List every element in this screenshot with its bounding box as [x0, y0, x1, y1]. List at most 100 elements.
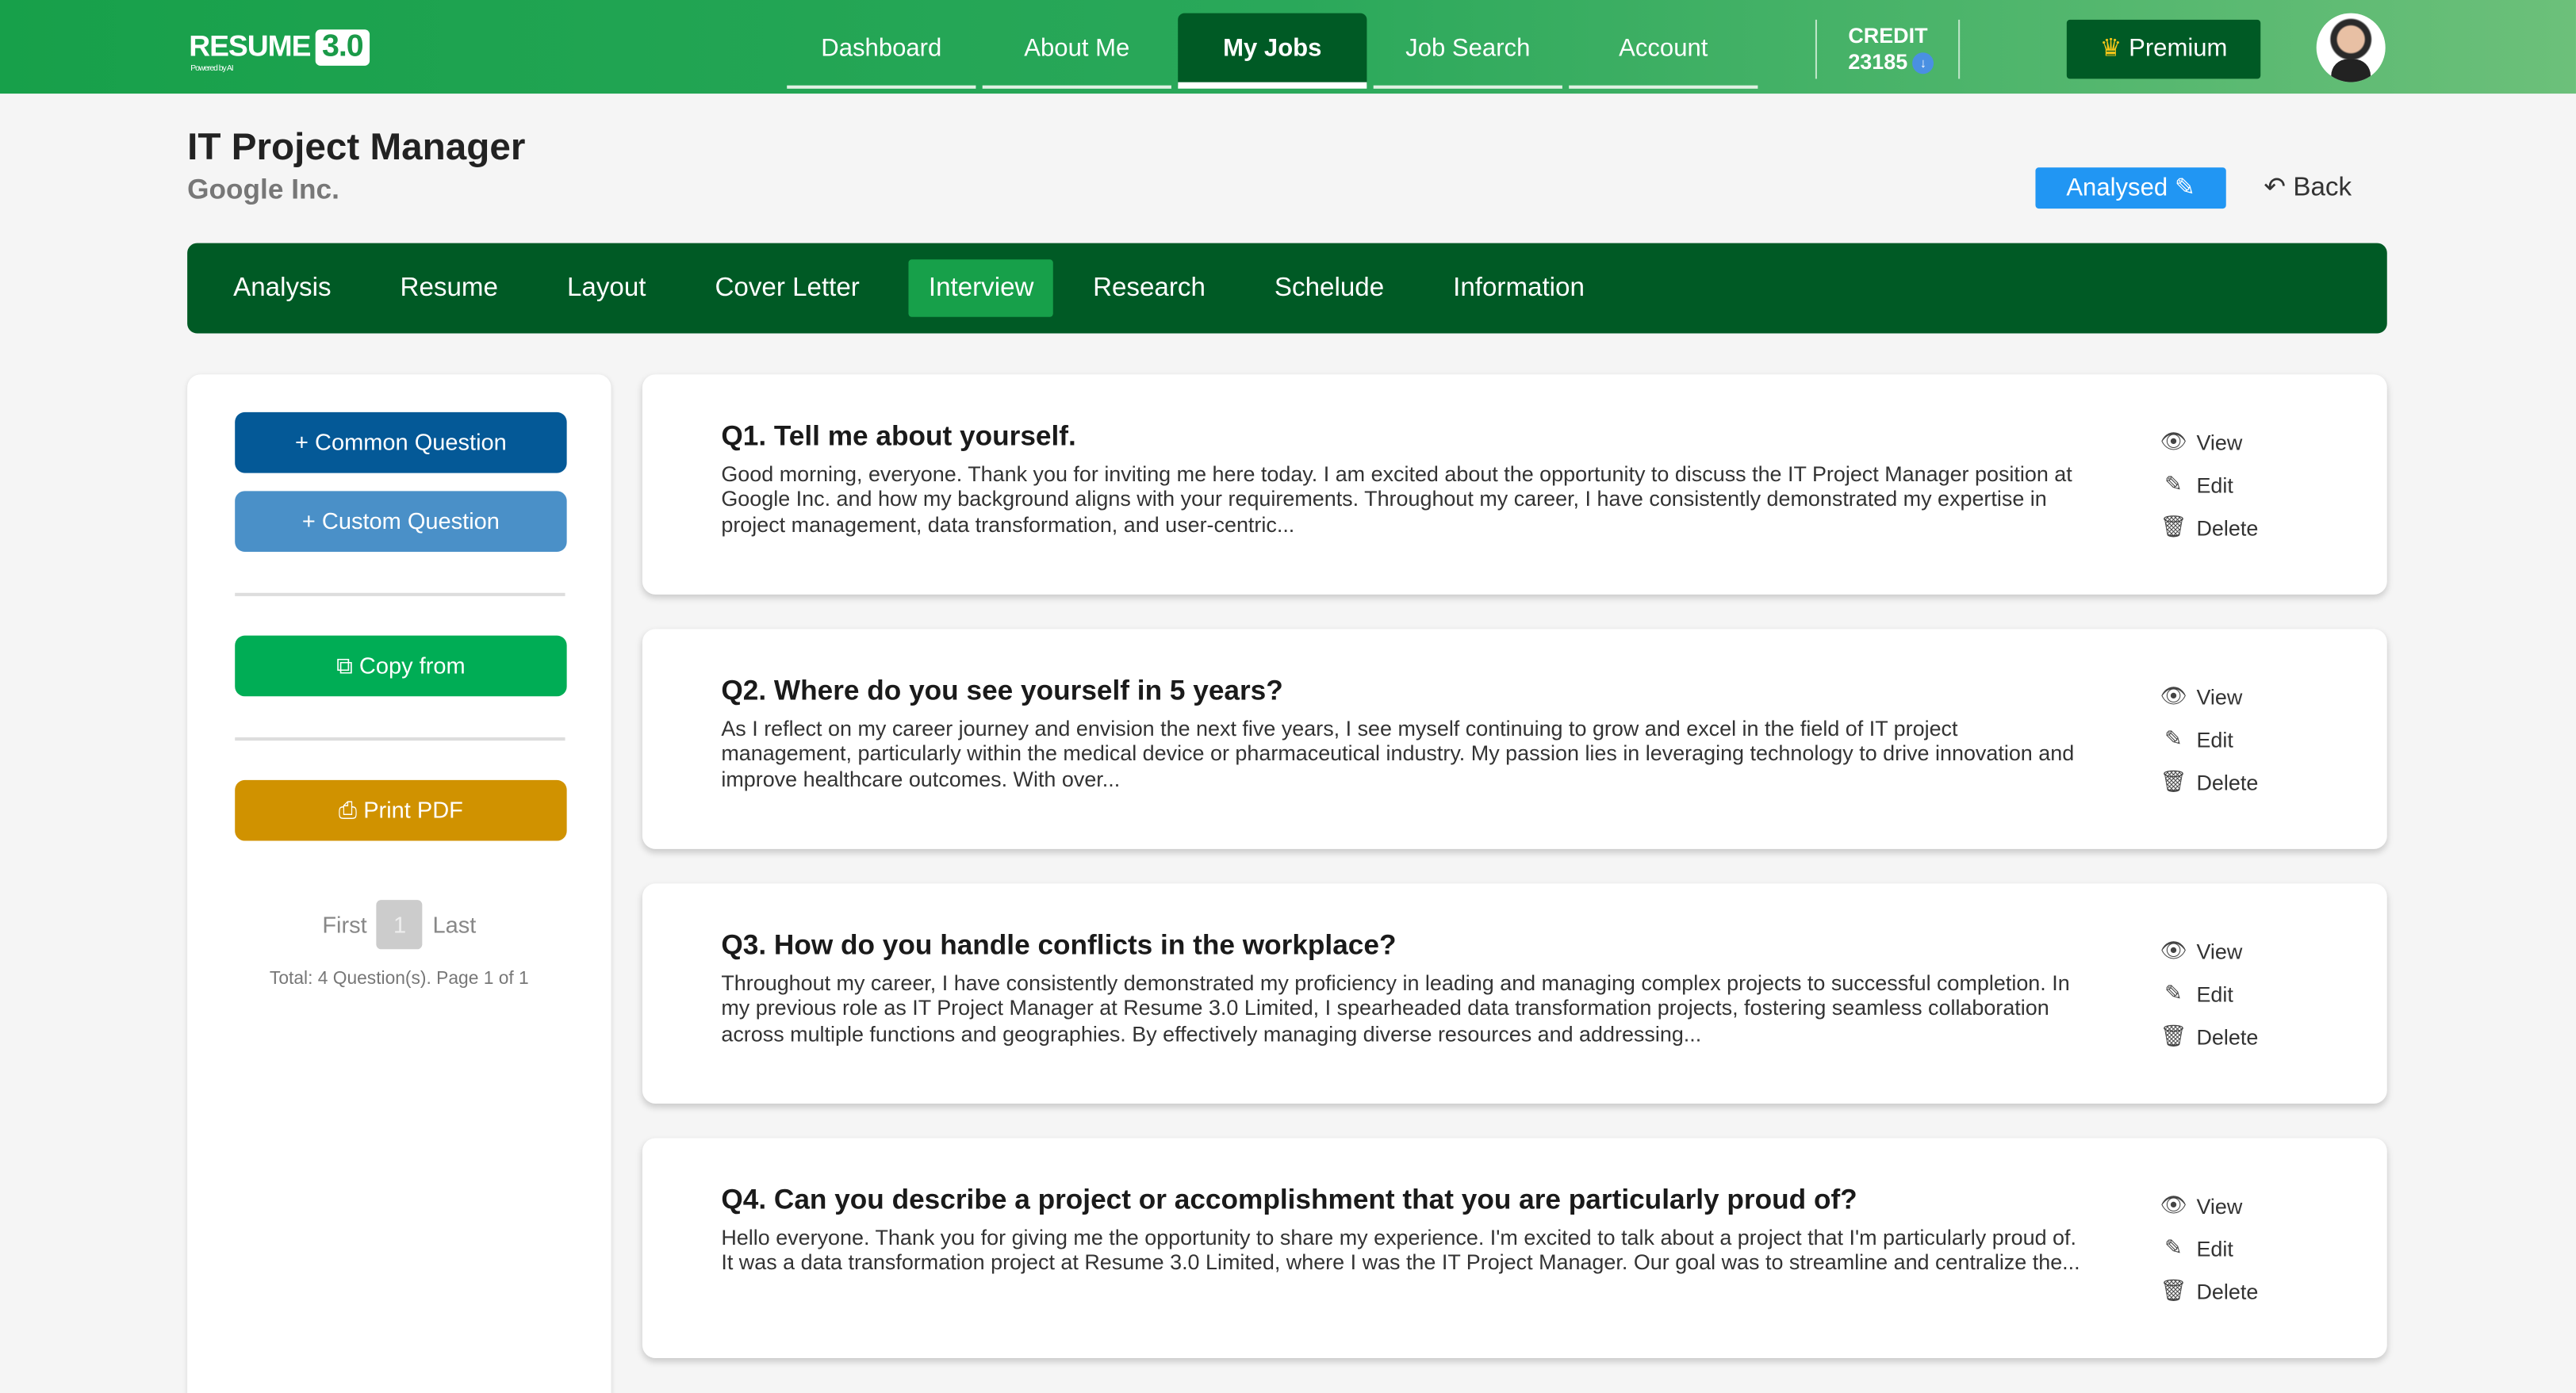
logo-text: RESUME [189, 29, 311, 63]
tab-layout[interactable]: Layout [547, 259, 665, 316]
trash-icon: 🗑 [2160, 1023, 2187, 1048]
job-tabs: Analysis Resume Layout Cover Letter Inte… [187, 243, 2387, 334]
answer-preview: Throughout my career, I have consistentl… [721, 970, 2070, 1046]
view-button[interactable]: 👁 View [2154, 929, 2259, 972]
credit-label: CREDIT [1848, 22, 1928, 48]
common-question-label: Common Question [315, 428, 507, 455]
analysed-button[interactable]: Analysed ✎ [2035, 167, 2226, 209]
first-page-link[interactable]: First [322, 912, 366, 938]
question-card: Q3. How do you handle conflicts in the w… [642, 883, 2387, 1104]
tab-research[interactable]: Research [1073, 259, 1225, 316]
nav-my-jobs[interactable]: My Jobs [1178, 13, 1367, 89]
common-question-button[interactable]: + Common Question [235, 411, 567, 473]
question-title: Q4. Can you describe a project or accomp… [721, 1184, 1857, 1215]
plus-icon: + [295, 428, 309, 455]
tab-analysis[interactable]: Analysis [213, 259, 351, 316]
logo-version: 3.0 [315, 29, 370, 66]
delete-label: Delete [2196, 1024, 2259, 1049]
printer-icon: ⎙ [338, 796, 358, 823]
pencil-icon: ✎ [2164, 725, 2183, 751]
view-label: View [2196, 429, 2243, 454]
premium-button[interactable]: ♛ Premium [2066, 19, 2261, 79]
question-title: Q2. Where do you see yourself in 5 years… [721, 675, 1283, 706]
view-label: View [2196, 683, 2243, 709]
last-page-link[interactable]: Last [433, 912, 477, 938]
credit-display: CREDIT 23185 ↓ [1815, 19, 1961, 79]
delete-label: Delete [2196, 1278, 2259, 1303]
back-button[interactable]: ↶ Back [2264, 170, 2352, 203]
sidebar: + Common Question + Custom Question ⧉ Co… [187, 374, 611, 1393]
eye-icon: 👁 [2160, 1192, 2187, 1217]
delete-button[interactable]: 🗑 Delete [2154, 760, 2259, 803]
answer-preview: As I reflect on my career journey and en… [721, 716, 2075, 791]
question-card: Q4. Can you describe a project or accomp… [642, 1138, 2387, 1359]
nav-account[interactable]: Account [1569, 13, 1758, 89]
pagination-total: Total: 4 Question(s). Page 1 of 1 [269, 969, 529, 989]
nav-job-search[interactable]: Job Search [1373, 13, 1562, 89]
tab-schedule[interactable]: Schelude [1255, 259, 1404, 316]
custom-question-label: Custom Question [321, 507, 500, 534]
pagination: First 1 Last [187, 900, 611, 950]
divider [235, 592, 565, 596]
eye-icon: 👁 [2160, 683, 2187, 708]
question-card: Q2. Where do you see yourself in 5 years… [642, 629, 2387, 849]
question-actions: 👁 View ✎ Edit 🗑 Delete [2154, 929, 2259, 1058]
avatar[interactable] [2316, 13, 2386, 82]
pencil-icon: ✎ [2164, 471, 2183, 496]
premium-label: Premium [2129, 34, 2228, 63]
trash-icon: 🗑 [2160, 768, 2187, 794]
answer-preview: Good morning, everyone. Thank you for in… [721, 461, 2072, 537]
edit-label: Edit [2196, 1235, 2233, 1261]
pencil-icon: ✎ [2164, 980, 2183, 1005]
edit-button[interactable]: ✎ Edit [2154, 972, 2259, 1015]
main-nav: Dashboard About Me My Jobs Job Search Ac… [787, 13, 1758, 89]
company-name: Google Inc. [187, 174, 339, 205]
copy-icon: ⧉ [336, 652, 353, 679]
delete-button[interactable]: 🗑 Delete [2154, 1269, 2259, 1312]
custom-question-button[interactable]: + Custom Question [235, 491, 567, 552]
print-pdf-label: Print PDF [363, 796, 463, 823]
edit-button[interactable]: ✎ Edit [2154, 1227, 2259, 1269]
tab-cover-letter[interactable]: Cover Letter [696, 259, 880, 316]
question-actions: 👁 View ✎ Edit 🗑 Delete [2154, 420, 2259, 549]
edit-label: Edit [2196, 981, 2233, 1006]
page-1-button[interactable]: 1 [377, 900, 424, 950]
pencil-icon: ✎ [2164, 1234, 2183, 1260]
copy-from-label: Copy from [358, 652, 466, 679]
delete-label: Delete [2196, 515, 2259, 540]
back-label: Back [2293, 174, 2352, 202]
crown-icon: ♛ [2099, 34, 2122, 63]
view-button[interactable]: 👁 View [2154, 1184, 2259, 1227]
pencil-icon: ✎ [2174, 174, 2195, 202]
nav-about-me[interactable]: About Me [982, 13, 1171, 89]
tab-information[interactable]: Information [1433, 259, 1604, 316]
trash-icon: 🗑 [2160, 514, 2187, 539]
eye-icon: 👁 [2160, 937, 2187, 962]
trash-icon: 🗑 [2160, 1277, 2187, 1303]
edit-button[interactable]: ✎ Edit [2154, 718, 2259, 760]
plus-icon: + [301, 507, 316, 534]
eye-icon: 👁 [2160, 428, 2187, 453]
tab-interview[interactable]: Interview [909, 259, 1054, 317]
view-button[interactable]: 👁 View [2154, 675, 2259, 718]
view-label: View [2196, 1192, 2243, 1218]
edit-label: Edit [2196, 472, 2233, 497]
question-title: Q1. Tell me about yourself. [721, 420, 1076, 452]
delete-button[interactable]: 🗑 Delete [2154, 506, 2259, 549]
nav-dashboard[interactable]: Dashboard [787, 13, 976, 89]
copy-from-button[interactable]: ⧉ Copy from [235, 635, 567, 697]
view-button[interactable]: 👁 View [2154, 420, 2259, 463]
undo-icon: ↶ [2264, 174, 2287, 202]
logo-tagline: Powered by AI [190, 63, 233, 75]
top-bar: RESUME 3.0 Powered by AI Dashboard About M… [0, 0, 2576, 94]
divider [235, 737, 565, 741]
app: RESUME 3.0 Powered by AI Dashboard About M… [0, 0, 2576, 1393]
coin-icon: ↓ [1912, 52, 1934, 75]
logo[interactable]: RESUME 3.0 Powered by AI [189, 29, 370, 74]
delete-label: Delete [2196, 769, 2259, 794]
tab-resume[interactable]: Resume [381, 259, 518, 316]
edit-button[interactable]: ✎ Edit [2154, 463, 2259, 506]
analysed-label: Analysed [2066, 174, 2168, 202]
delete-button[interactable]: 🗑 Delete [2154, 1015, 2259, 1058]
print-pdf-button[interactable]: ⎙ Print PDF [235, 779, 567, 841]
